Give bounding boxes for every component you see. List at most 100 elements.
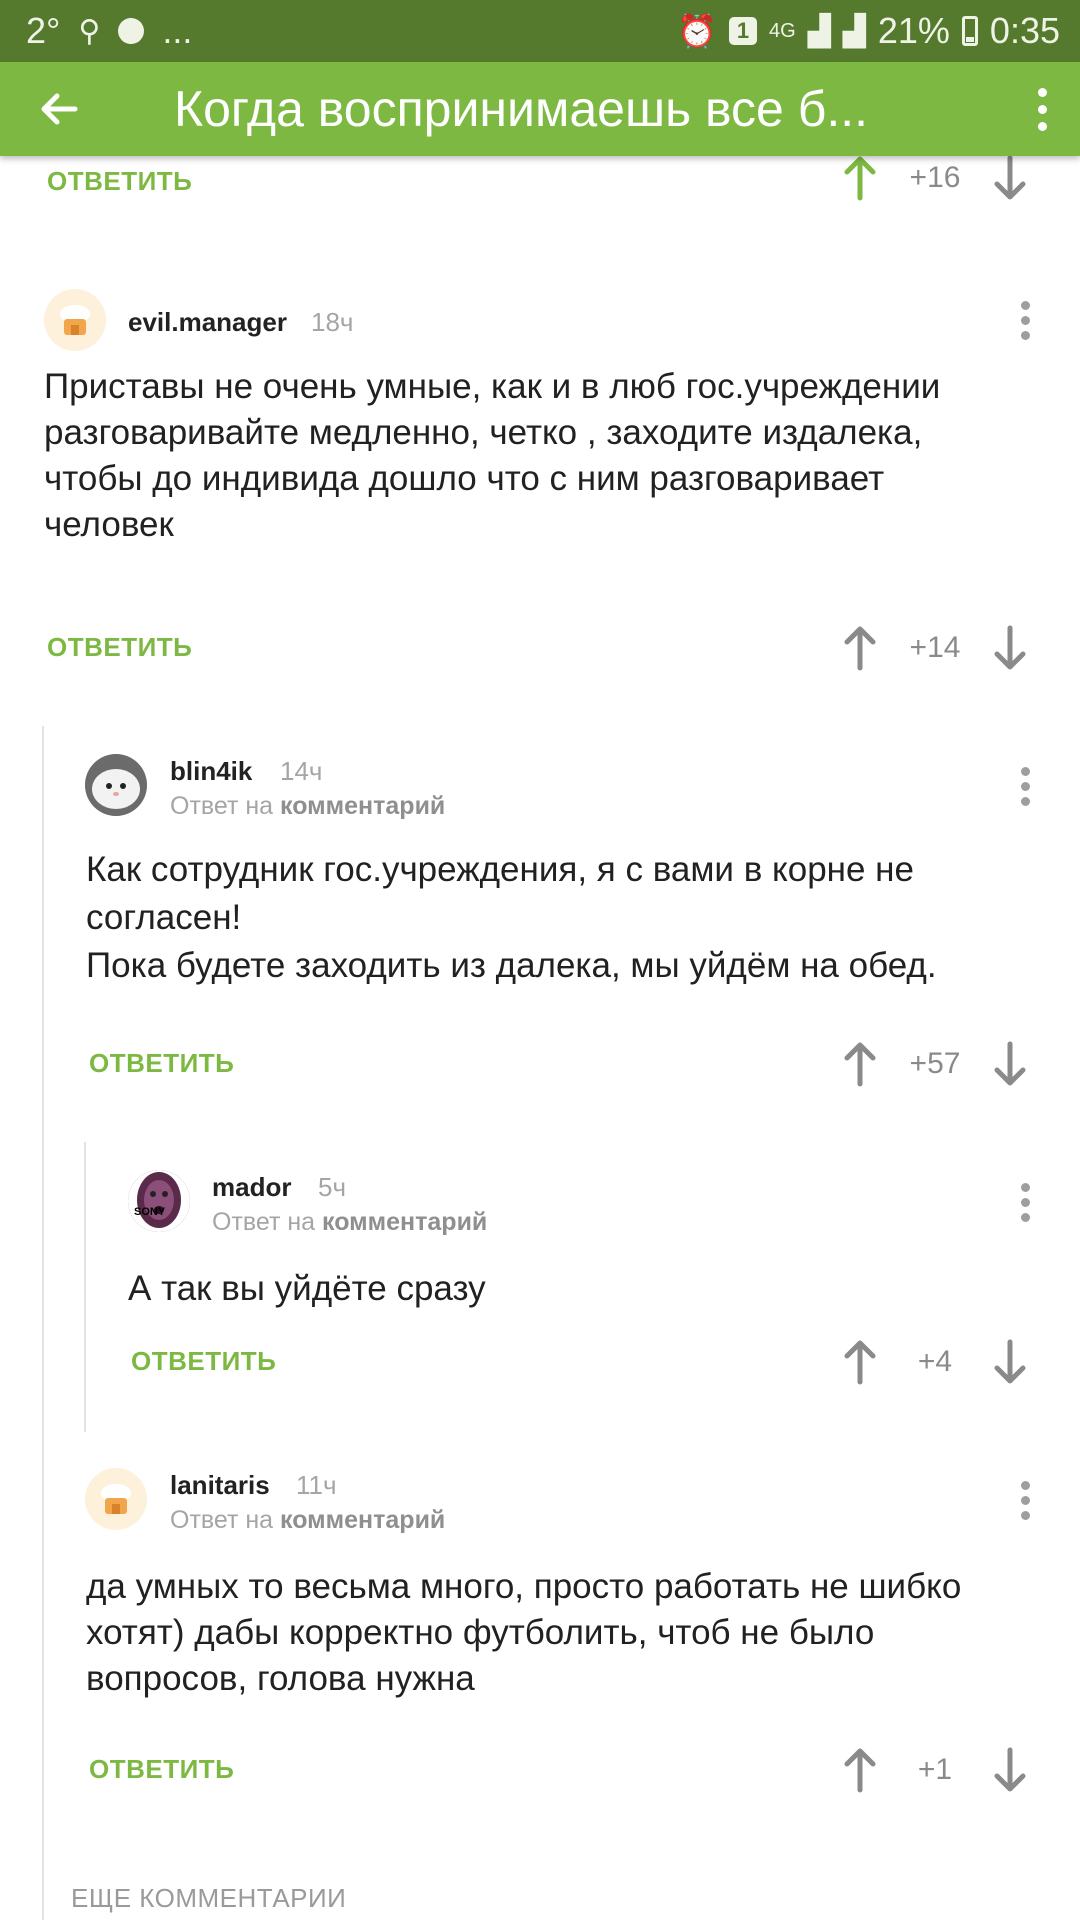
arrow-left-icon <box>41 93 78 125</box>
comment-text-line: да умных то весьма много, просто работат… <box>86 1567 962 1606</box>
reply-button[interactable]: ОТВЕТИТЬ <box>89 1048 234 1079</box>
avatar[interactable] <box>85 754 147 816</box>
comment-time: 11ч <box>296 1470 337 1500</box>
reply-to-target[interactable]: комментарий <box>280 792 445 820</box>
notification-badge: 1 <box>729 17 758 45</box>
page-title: Когда воспринимаешь все б... <box>174 81 869 137</box>
vote-controls: +14 <box>820 618 1080 678</box>
vote-score: +16 <box>909 161 961 194</box>
downvote-button[interactable] <box>980 1740 1040 1800</box>
comments-list: ОТВЕТИТЬ +16 evil.manager 18ч Приставы н… <box>0 155 1080 1920</box>
downvote-button[interactable] <box>980 618 1040 678</box>
comment-text-line: Как сотрудник гос.учреждения, я с вами в… <box>86 850 914 889</box>
arrow-up-icon <box>844 1340 876 1385</box>
upvote-button[interactable] <box>830 618 890 678</box>
avatar[interactable]: SONY <box>128 1170 190 1232</box>
comment-menu-button[interactable] <box>1005 1470 1045 1530</box>
reply-button[interactable]: ОТВЕТИТЬ <box>47 166 192 197</box>
temperature-text: 2° <box>26 10 61 51</box>
arrow-down-icon <box>994 1041 1026 1086</box>
comment-time: 14ч <box>280 756 323 786</box>
arrow-up-icon <box>844 156 876 201</box>
reply-button[interactable]: ОТВЕТИТЬ <box>89 1754 234 1785</box>
avatar-placeholder-icon <box>44 289 106 351</box>
vote-controls: +1 <box>820 1740 1080 1800</box>
arrow-down-icon <box>994 1747 1026 1792</box>
comment-text: да умных то весьма много, просто работат… <box>86 1564 961 1702</box>
reply-to-prefix: Ответ на <box>170 1506 274 1534</box>
upvote-button[interactable] <box>830 1034 890 1094</box>
comment-text-line: вопросов, голова нужна <box>86 1659 475 1698</box>
battery-percent: 21% <box>877 10 950 51</box>
comment-author[interactable]: mador <box>212 1172 291 1203</box>
phone-icon <box>118 18 145 44</box>
comment-text: Как сотрудник гос.учреждения, я с вами в… <box>86 846 937 990</box>
comment-menu-button[interactable] <box>1005 756 1045 816</box>
arrow-down-icon <box>994 1339 1026 1384</box>
avatar-caption: SONY <box>134 1206 166 1218</box>
thread-line <box>84 1142 86 1432</box>
app-bar: Когда воспринимаешь все б... <box>0 62 1080 156</box>
vote-score: +1 <box>917 1753 953 1786</box>
more-vert-icon <box>1020 1182 1030 1192</box>
signal-icon: ▟ <box>807 14 831 48</box>
upvote-button[interactable] <box>830 1332 890 1392</box>
vote-controls: +57 <box>820 1034 1080 1094</box>
comment-menu-button[interactable] <box>1005 290 1045 350</box>
signal2-icon: ▟ <box>842 14 866 48</box>
comment-time: 18ч <box>311 307 354 337</box>
upvote-button[interactable] <box>830 148 890 208</box>
more-vert-icon <box>1037 87 1047 97</box>
vote-score: +4 <box>917 1345 953 1378</box>
comment-author[interactable]: lanitaris <box>170 1470 270 1501</box>
arrow-up-icon <box>844 1748 876 1793</box>
reply-to-target[interactable]: комментарий <box>322 1208 487 1236</box>
comment-text-line: разговаривайте медленно, четко , заходит… <box>44 413 923 452</box>
downvote-button[interactable] <box>980 148 1040 208</box>
comment-author[interactable]: evil.manager <box>128 307 287 338</box>
reply-to-link[interactable]: Ответ на комментарий <box>170 1506 445 1535</box>
comment-time: 5ч <box>318 1172 347 1202</box>
avatar[interactable] <box>85 1468 147 1530</box>
clock: 0:35 <box>989 10 1060 51</box>
comment-text-line: хотят) дабы корректно футболить, чтоб не… <box>86 1613 875 1652</box>
comment-text-line: человек <box>44 505 174 544</box>
battery-icon <box>961 16 978 46</box>
thread-line <box>42 726 44 1920</box>
avatar-hamster-icon <box>85 754 147 816</box>
reply-to-target[interactable]: комментарий <box>280 1506 445 1534</box>
more-vert-icon <box>1020 766 1030 776</box>
comment-text-line: Приставы не очень умные, как и в люб гос… <box>44 367 941 406</box>
reply-button[interactable]: ОТВЕТИТЬ <box>131 1346 276 1377</box>
reply-to-link[interactable]: Ответ на комментарий <box>212 1208 487 1237</box>
more-vert-icon <box>1020 1480 1030 1490</box>
downvote-button[interactable] <box>980 1332 1040 1392</box>
arrow-up-icon <box>844 1042 876 1087</box>
arrow-down-icon <box>994 625 1026 670</box>
comment-text-line: чтобы до индивида дошло что с ним разгов… <box>44 459 885 498</box>
overflow-menu-button[interactable] <box>1004 62 1080 156</box>
reply-to-link[interactable]: Ответ на комментарий <box>170 792 445 821</box>
avatar-face-icon <box>128 1170 190 1232</box>
comment-menu-button[interactable] <box>1005 1172 1045 1232</box>
vote-score: +57 <box>909 1047 961 1080</box>
comment-text-line: согласен! <box>86 898 242 937</box>
more-vert-icon <box>1020 300 1030 310</box>
more-comments-button[interactable]: ЕЩЕ КОММЕНТАРИИ <box>71 1883 346 1914</box>
comment-author[interactable]: blin4ik <box>170 756 252 787</box>
reply-button[interactable]: ОТВЕТИТЬ <box>47 632 192 663</box>
arrow-up-icon <box>844 626 876 671</box>
status-bar: 2° ⚲ ... ⏰ 1 4G ▟ ▟ 21% 0:35 <box>0 0 1080 62</box>
vote-controls: +4 <box>820 1332 1080 1392</box>
comment-text-line: А так вы уйдёте сразу <box>128 1269 486 1308</box>
alarm-icon: ⏰ <box>677 13 718 49</box>
back-button[interactable] <box>0 62 134 156</box>
comment-text: Приставы не очень умные, как и в люб гос… <box>44 364 940 548</box>
downvote-button[interactable] <box>980 1034 1040 1094</box>
more-notifications-text: ... <box>162 10 193 51</box>
avatar[interactable] <box>44 289 106 351</box>
comment-text: А так вы уйдёте сразу <box>128 1266 486 1312</box>
upvote-button[interactable] <box>830 1740 890 1800</box>
usb-icon: ⚲ <box>78 14 101 48</box>
arrow-down-icon <box>994 155 1026 200</box>
